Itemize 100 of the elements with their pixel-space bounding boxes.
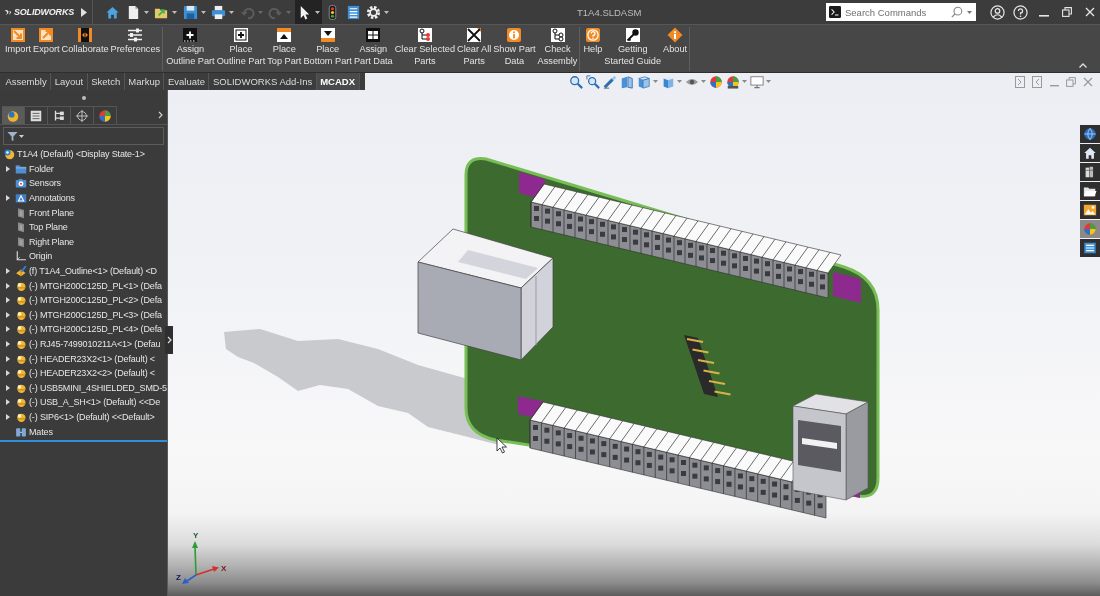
place-bottom-part-button[interactable]: Place Bottom Part [302, 27, 353, 67]
expand-arrow-icon[interactable] [6, 355, 10, 362]
tree-item[interactable]: Front Plane [29, 206, 74, 219]
place-top-part-button[interactable]: Place Top Part [266, 27, 303, 67]
import-button[interactable]: Import [4, 27, 33, 56]
tree-item[interactable]: (-) RJ45-7499010211A<1> (Defau [29, 338, 161, 350]
minimize-icon [1049, 85, 1059, 87]
show-part-data-button[interactable]: Show Part Data [492, 27, 537, 67]
about-button[interactable]: About [662, 27, 689, 56]
export-button[interactable]: Export [32, 27, 61, 56]
view-palette-button[interactable] [1080, 201, 1100, 219]
assign-part-data-button[interactable]: Assign Part Data [352, 27, 394, 67]
tree-nodes-icon [416, 27, 433, 43]
tree-item[interactable]: (f) T1A4_Outline<1> (Default) <D [29, 265, 157, 278]
panel-tab[interactable] [94, 106, 117, 124]
search-box[interactable]: Search Commands [826, 3, 976, 21]
tree-item[interactable]: Origin [29, 250, 53, 263]
view-settings-button[interactable] [749, 74, 772, 89]
menu-flyout-button[interactable] [80, 6, 88, 18]
crosshair-icon [75, 108, 89, 123]
search-field[interactable]: Search Commands [845, 5, 947, 19]
file-explorer-button[interactable] [1080, 182, 1100, 200]
filter-icon [7, 130, 18, 142]
expand-arrow-icon[interactable] [6, 370, 10, 377]
zoom-to-area-button[interactable] [585, 74, 601, 89]
resources-button[interactable] [1080, 125, 1100, 143]
help-button[interactable]: Help [582, 27, 604, 56]
expand-arrow-icon[interactable] [6, 297, 10, 304]
expand-arrow-icon[interactable] [6, 282, 10, 289]
tree-item[interactable]: (-) MTGH200C125D_PL<4> (Defa [29, 323, 162, 336]
plane-icon [15, 206, 27, 219]
expand-arrow-icon[interactable] [6, 165, 10, 172]
view-orientation-button[interactable] [636, 74, 659, 89]
tree-item[interactable]: (-) USB_A_SH<1> (Default) <<De [29, 396, 161, 409]
info-icon [667, 27, 684, 43]
panel-tab[interactable] [71, 106, 94, 124]
tree-item[interactable]: (-) HEADER23X2<2> (Default) < [29, 367, 155, 380]
import-icon [10, 27, 26, 43]
tree-item[interactable]: (-) USB5MINI_4SHIELDED_SMD-5 [29, 381, 167, 394]
restore-icon [1061, 7, 1072, 17]
clear-selected-parts-button[interactable]: Clear Selected Parts [393, 27, 456, 67]
tree-item[interactable]: Annotations [29, 192, 75, 205]
tree-item[interactable]: (-) MTGH200C125D_PL<2> (Defa [29, 294, 162, 307]
section-view-button[interactable] [619, 74, 635, 89]
expand-arrow-icon[interactable] [6, 399, 10, 406]
panel-flyout-handle[interactable] [165, 326, 173, 354]
expand-arrow-icon[interactable] [6, 414, 10, 420]
tree-item[interactable]: (-) MTGH200C125D_PL<3> (Defa [29, 308, 162, 321]
tree-item[interactable]: Right Plane [29, 235, 74, 248]
panel-tab[interactable] [25, 106, 48, 124]
check-assembly-button[interactable]: Check Assembly [536, 27, 579, 67]
tab[interactable]: MCADX [316, 73, 360, 90]
home-icon [1083, 146, 1097, 160]
custom-properties-button[interactable] [1080, 239, 1100, 257]
filter-field[interactable] [3, 127, 164, 145]
image-icon [1083, 203, 1097, 217]
collapse-ribbon-button[interactable] [1078, 62, 1088, 69]
place-top-icon [276, 27, 293, 43]
assign-outline-part-button[interactable]: Assign Outline Part [165, 27, 216, 67]
place-outline-part-button[interactable]: Place Outline Part [215, 27, 267, 67]
home-button[interactable] [1080, 144, 1100, 162]
axis-label: Y [193, 531, 199, 540]
expand-arrow-icon[interactable] [6, 341, 10, 347]
tree-item[interactable]: Mates [29, 425, 53, 438]
getting-started-guide-button[interactable]: Getting Started Guide [603, 27, 663, 67]
collaborate-button[interactable]: Collaborate [60, 27, 110, 56]
rollback-bar[interactable] [0, 439, 167, 442]
expand-arrow-icon[interactable] [6, 311, 10, 318]
expand-arrow-icon[interactable] [6, 268, 10, 275]
edit-appearance-button[interactable] [708, 74, 724, 89]
panel-tab[interactable] [2, 106, 25, 124]
expand-arrow-icon[interactable] [6, 384, 10, 391]
select-button[interactable] [294, 0, 322, 24]
magnifier-icon [586, 74, 600, 89]
expand-arrow-icon[interactable] [6, 195, 10, 202]
tree-item[interactable]: (-) MTGH200C125D_PL<1> (Defa [29, 279, 162, 292]
grip-dot-icon[interactable] [81, 96, 86, 100]
tree-item[interactable]: (-) SIP6<1> (Default) <<Default> [29, 411, 155, 423]
tab[interactable]: SOLIDWORKS Add-Ins [209, 73, 317, 90]
restore-icon [1066, 75, 1076, 88]
plane-icon [15, 235, 27, 248]
tree-item[interactable]: Folder [29, 162, 54, 175]
help-icon [584, 27, 601, 43]
color-ball-icon [709, 74, 723, 89]
apply-scene-button[interactable] [725, 74, 748, 89]
tree-item[interactable]: (-) HEADER23X2<1> (Default) < [29, 352, 155, 365]
panel-tab[interactable] [48, 106, 71, 124]
zoom-to-fit-button[interactable] [568, 74, 584, 89]
clear-all-parts-button[interactable]: Clear All Parts [456, 27, 493, 67]
tree-item[interactable]: Top Plane [29, 221, 68, 234]
tree-item[interactable]: Sensors [29, 177, 61, 190]
expand-arrow-icon[interactable] [6, 326, 10, 333]
color-ball-icon [98, 108, 112, 123]
tree-item[interactable]: T1A4 (Default) <Display State-1> [17, 148, 145, 161]
previous-view-button[interactable] [602, 74, 618, 89]
design-library-button[interactable] [1080, 163, 1100, 181]
caret-icon [257, 10, 263, 14]
preferences-button[interactable]: Preferences [109, 27, 162, 56]
help-icon [1013, 4, 1028, 20]
property-list-icon [29, 108, 43, 123]
